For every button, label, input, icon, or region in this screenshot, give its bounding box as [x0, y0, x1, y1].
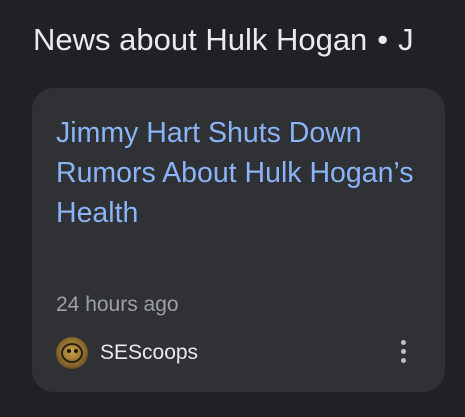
sescoops-logo-icon [56, 337, 88, 369]
more-vert-icon [400, 339, 406, 345]
news-source: SEScoops [56, 336, 198, 370]
section-header: News about Hulk Hogan • J [33, 20, 414, 60]
header-separator: • [377, 22, 389, 57]
page: News about Hulk Hogan • J Jimmy Hart Shuts… [0, 0, 465, 417]
more-vert-icon-dot-3 [400, 357, 406, 363]
news-card[interactable]: Jimmy Hart Shuts Down Rumors About Hulk … [32, 88, 445, 392]
news-headline[interactable]: Jimmy Hart Shuts Down Rumors About Hulk … [56, 113, 431, 233]
news-timestamp: 24 hours ago [56, 293, 179, 316]
more-vert-icon-dot-2 [400, 348, 406, 354]
source-name: SEScoops [100, 341, 199, 364]
more-options-button[interactable] [393, 336, 413, 366]
section-title[interactable]: News about Hulk Hogan [33, 22, 367, 57]
section-title-overflow: J [398, 22, 414, 57]
